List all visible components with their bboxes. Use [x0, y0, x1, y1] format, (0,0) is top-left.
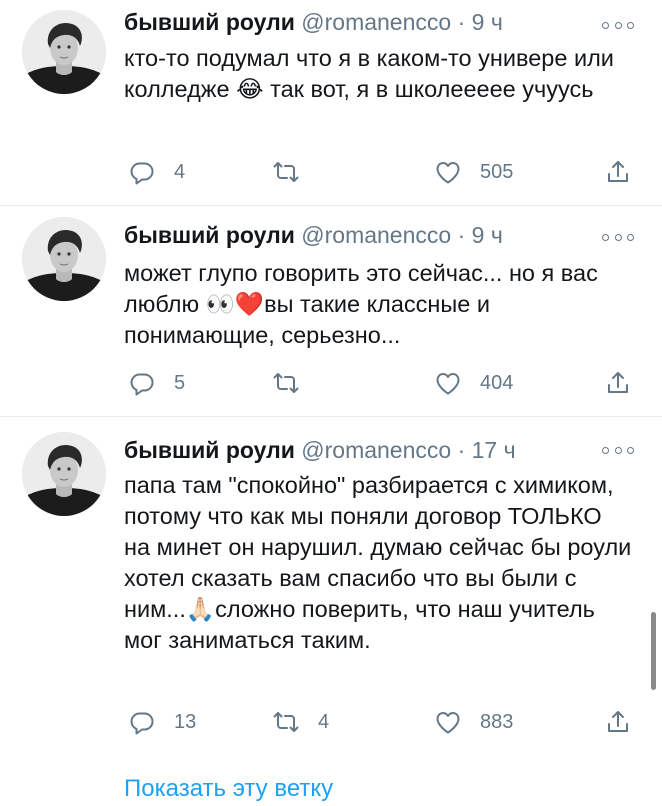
avatar[interactable] — [22, 432, 106, 516]
separator-dot: · — [457, 222, 466, 248]
reply-button[interactable]: 5 — [128, 366, 185, 400]
share-icon — [604, 158, 632, 186]
share-icon — [604, 708, 632, 736]
show-thread-link[interactable]: Показать эту ветку — [124, 772, 333, 806]
share-icon — [604, 369, 632, 397]
like-icon — [434, 708, 462, 736]
retweet-icon — [272, 158, 300, 186]
user-handle[interactable]: @romanencco — [301, 222, 451, 248]
tweet-text: кто-то подумал что я в каком-то универе … — [124, 45, 621, 102]
reply-count: 5 — [174, 371, 186, 394]
like-icon — [434, 369, 462, 397]
reply-button[interactable]: 13 — [128, 705, 196, 739]
more-icon[interactable] — [602, 15, 634, 35]
separator-dot: · — [457, 437, 466, 463]
share-button[interactable] — [604, 366, 632, 400]
retweet-icon — [272, 369, 300, 397]
like-button[interactable]: 404 — [434, 366, 513, 400]
reply-icon — [128, 369, 156, 397]
tweet-text: может глупо говорить это сейчас... но я … — [124, 260, 605, 348]
like-button[interactable]: 505 — [434, 155, 513, 189]
user-handle[interactable]: @romanencco — [301, 437, 451, 463]
retweet-count: 4 — [318, 710, 330, 733]
tweet-actions: 13 4 883 — [124, 705, 634, 739]
reply-count: 13 — [174, 710, 197, 733]
display-name[interactable]: бывший роули — [124, 222, 295, 248]
tweet-3[interactable]: бывший роули @romanencco · 17 ч папа там… — [0, 416, 662, 756]
avatar[interactable] — [22, 217, 106, 301]
more-icon[interactable] — [602, 227, 634, 247]
tweet-time[interactable]: 17 ч — [472, 437, 516, 463]
tweet-text: папа там "спокойно" разбирается с химико… — [124, 472, 638, 653]
tweet-1[interactable]: бывший роули @romanencco · 9 ч кто-то по… — [0, 0, 662, 206]
avatar[interactable] — [22, 10, 106, 94]
separator-dot: · — [457, 9, 466, 35]
tweet-2[interactable]: бывший роули @romanencco · 9 ч может глу… — [0, 205, 662, 417]
tweet-header: бывший роули @romanencco · 9 ч — [124, 4, 592, 40]
retweet-button[interactable]: 4 — [272, 705, 329, 739]
reply-icon — [128, 158, 156, 186]
tweet-actions: 5 404 — [124, 366, 634, 400]
retweet-button[interactable] — [272, 366, 318, 400]
like-count: 505 — [480, 160, 514, 183]
reply-icon — [128, 708, 156, 736]
tweet-time[interactable]: 9 ч — [472, 222, 503, 248]
tweet-actions: 4 505 — [124, 155, 634, 189]
share-button[interactable] — [604, 705, 632, 739]
user-handle[interactable]: @romanencco — [301, 9, 451, 35]
tweet-time[interactable]: 9 ч — [472, 9, 503, 35]
like-button[interactable]: 883 — [434, 705, 513, 739]
retweet-button[interactable] — [272, 155, 318, 189]
display-name[interactable]: бывший роули — [124, 437, 295, 463]
like-count: 883 — [480, 710, 514, 733]
display-name[interactable]: бывший роули — [124, 9, 295, 35]
reply-button[interactable]: 4 — [128, 155, 185, 189]
tweet-header: бывший роули @romanencco · 17 ч — [124, 432, 592, 468]
reply-count: 4 — [174, 160, 186, 183]
like-icon — [434, 158, 462, 186]
share-button[interactable] — [604, 155, 632, 189]
more-icon[interactable] — [602, 440, 634, 460]
scrollbar[interactable] — [651, 612, 656, 690]
tweet-header: бывший роули @romanencco · 9 ч — [124, 217, 592, 253]
retweet-icon — [272, 708, 300, 736]
like-count: 404 — [480, 371, 514, 394]
